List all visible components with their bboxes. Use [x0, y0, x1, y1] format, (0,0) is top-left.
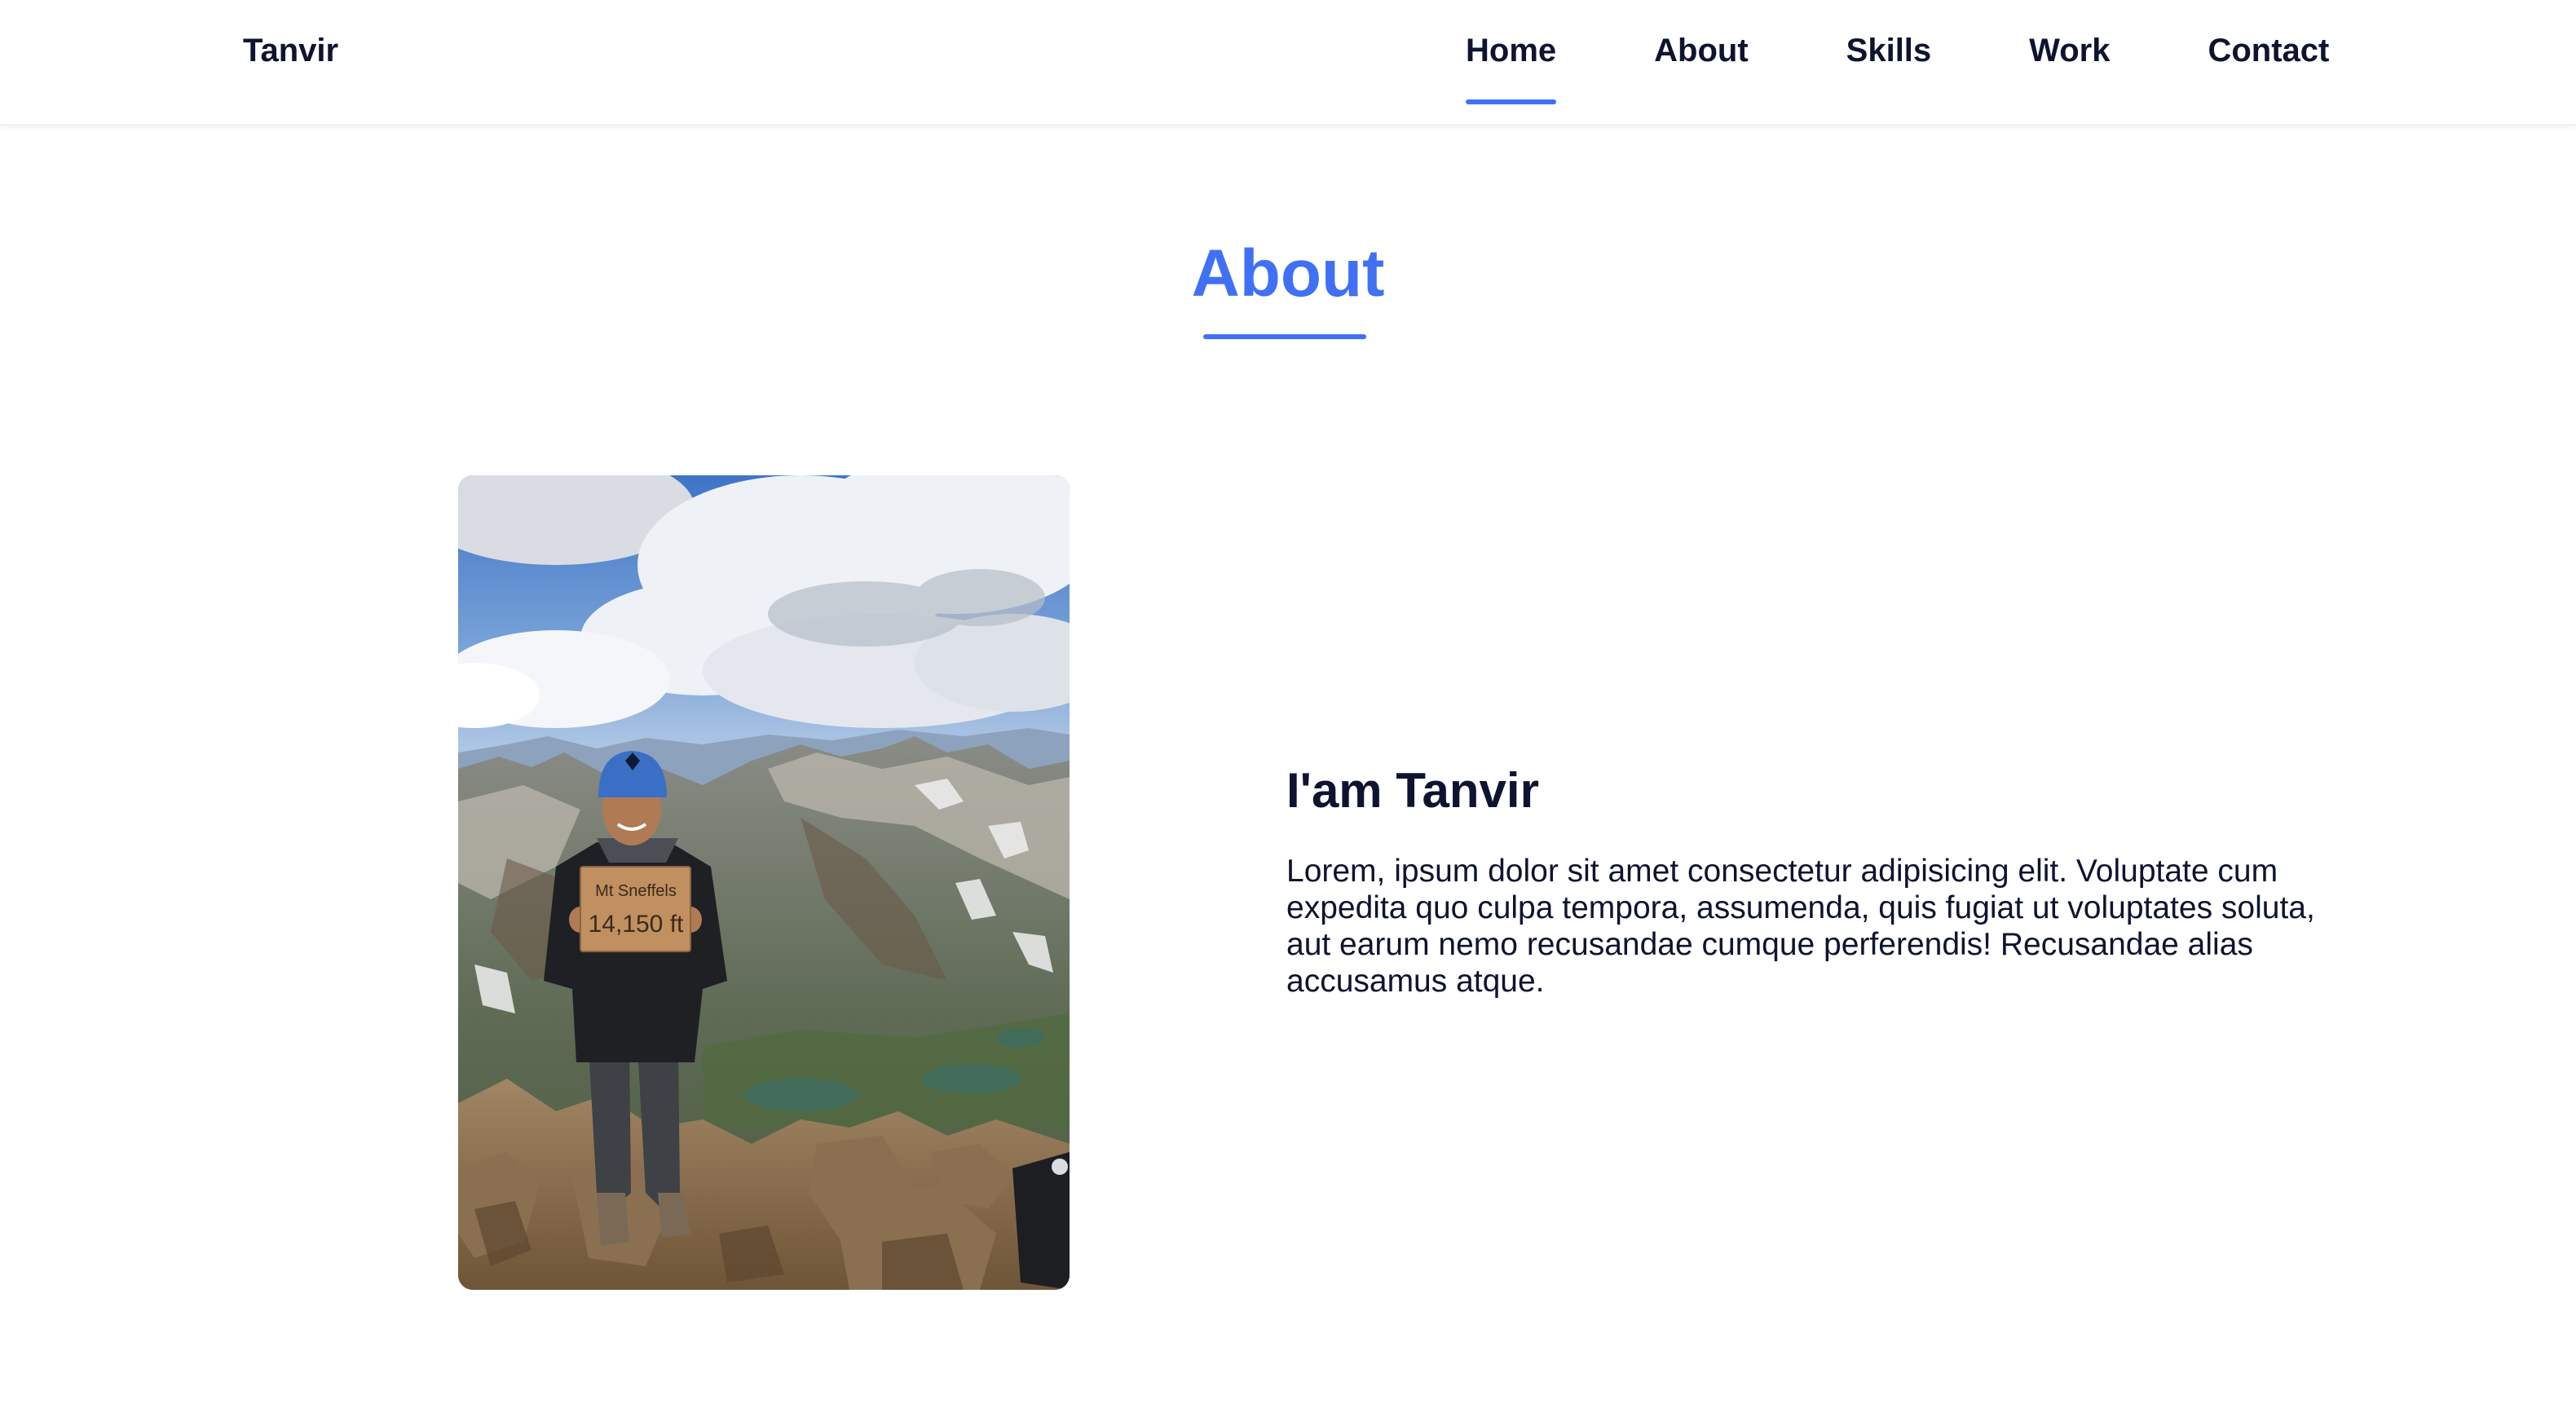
nav-link-work[interactable]: Work	[2029, 33, 2110, 69]
section-title-underline	[1203, 334, 1366, 339]
nav-link-home-label: Home	[1466, 33, 1557, 68]
nav-link-skills-label: Skills	[1846, 33, 1932, 68]
nav-link-skills[interactable]: Skills	[1846, 33, 1932, 69]
profile-photo: Mt Sneffels 14,150 ft	[458, 475, 1070, 1290]
profile-photo-illustration: Mt Sneffels 14,150 ft	[458, 475, 1070, 1290]
nav-link-about[interactable]: About	[1654, 33, 1749, 69]
nav-link-contact[interactable]: Contact	[2208, 33, 2329, 69]
nav-link-home[interactable]: Home	[1466, 33, 1557, 104]
main-nav: Home About Skills Work Contact	[1466, 33, 2329, 104]
nav-link-contact-label: Contact	[2208, 33, 2330, 68]
section-title-about: About	[1191, 236, 1385, 311]
about-heading: I'am Tanvir	[1286, 763, 1539, 818]
about-paragraph: Lorem, ipsum dolor sit amet consectetur …	[1286, 854, 2315, 999]
photo-sign-line2: 14,150 ft	[589, 911, 684, 938]
nav-active-indicator	[1466, 99, 1557, 104]
site-logo[interactable]: Tanvir	[243, 33, 338, 69]
nav-link-about-label: About	[1654, 33, 1749, 68]
nav-link-work-label: Work	[2029, 33, 2111, 68]
photo-sign-line1: Mt Sneffels	[595, 882, 677, 900]
site-header: Tanvir Home About Skills Work Contact	[0, 0, 2576, 126]
